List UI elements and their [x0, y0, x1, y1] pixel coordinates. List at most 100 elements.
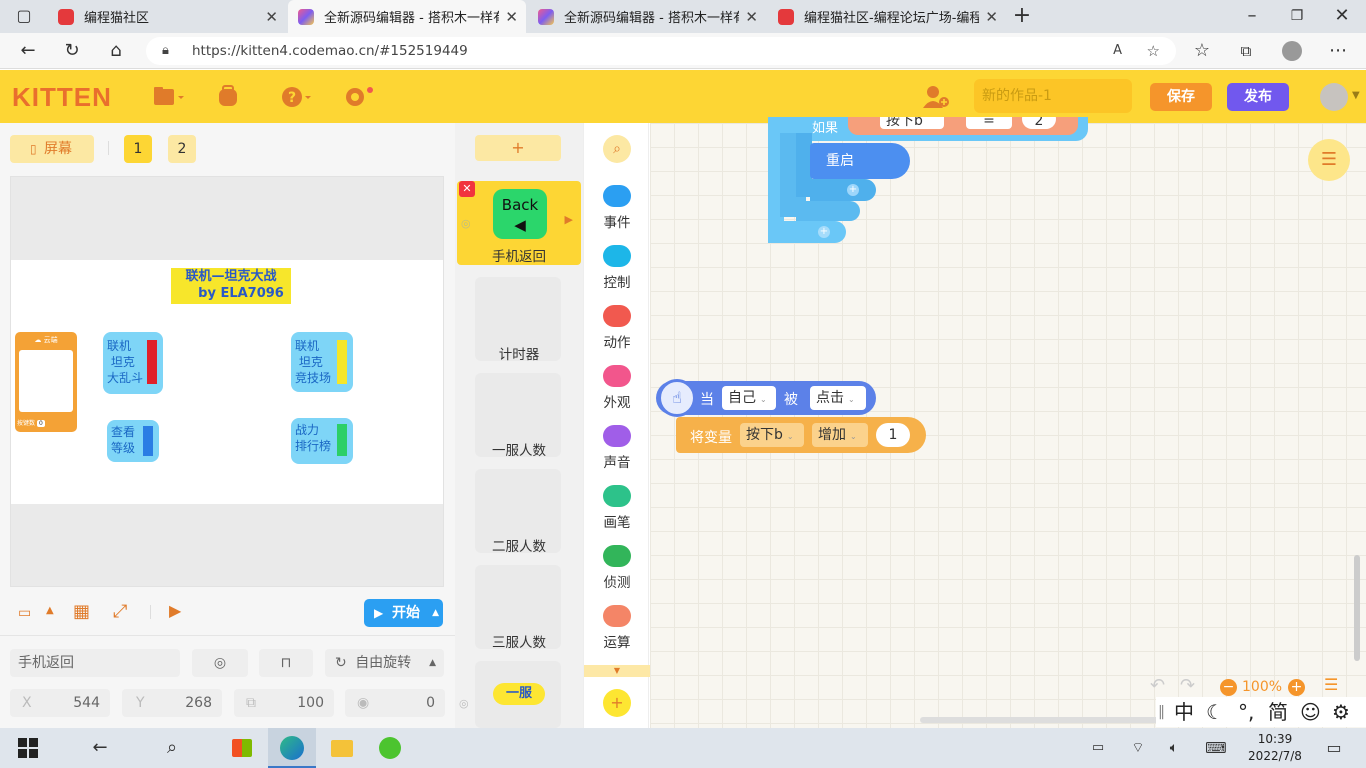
close-tab-icon[interactable]: ✕: [985, 8, 998, 26]
zoom-out-icon[interactable]: −: [1220, 679, 1237, 696]
fullscreen-icon[interactable]: ⤢: [113, 601, 127, 622]
joystick-widget[interactable]: ☁ 云端 按键数 0: [15, 332, 77, 432]
stage-size-icon[interactable]: ▭: [18, 605, 31, 621]
chevron-down-icon[interactable]: ▼: [1352, 90, 1360, 101]
add-favorite-icon[interactable]: ☆: [1147, 37, 1160, 65]
eye-off-icon[interactable]: ◎: [461, 217, 471, 230]
close-tab-icon[interactable]: ✕: [505, 8, 518, 26]
stage-button-ranking[interactable]: 战力 排行榜: [291, 418, 353, 464]
add-block-icon[interactable]: +: [847, 184, 859, 196]
help-icon[interactable]: ?: [282, 84, 312, 110]
url-input[interactable]: 🔒︎ https://kitten4.codemao.cn/#152519449…: [146, 37, 1176, 65]
app-icon[interactable]: [378, 736, 402, 760]
ime-script[interactable]: 简: [1268, 697, 1288, 727]
start-button[interactable]: ▶ 开始 ▲: [364, 599, 443, 627]
more-icon[interactable]: ⋯: [1326, 39, 1350, 63]
close-window-icon[interactable]: ✕: [1330, 4, 1354, 28]
backpack-icon[interactable]: [218, 84, 248, 110]
operation-dropdown[interactable]: 增加 ⌄: [812, 423, 868, 447]
browser-tab[interactable]: 编程猫社区 ✕: [48, 0, 286, 33]
keyboard-icon[interactable]: ⌨: [1204, 736, 1228, 760]
y-coordinate-field[interactable]: Y 268: [122, 689, 222, 717]
code-workspace[interactable]: 按下b = 2 如果 重启 + + ☝ 当 自己 ⌄ 被 点击 ⌄ 将变量 按下b ⌄…: [650, 117, 1366, 728]
search-blocks-button[interactable]: ⌕: [603, 135, 631, 163]
close-tab-icon[interactable]: ✕: [265, 8, 278, 26]
stage-canvas[interactable]: 联机—坦克大战 by ELA7096 ☁ 云端 按键数 0 联机 坦克 大乱斗 …: [11, 260, 443, 504]
new-tab-icon[interactable]: +: [1010, 4, 1034, 28]
category-motion[interactable]: 动作: [584, 305, 650, 351]
ime-mode[interactable]: 中: [1174, 697, 1194, 727]
grid-icon[interactable]: ▦: [73, 601, 90, 622]
profile-icon[interactable]: [1280, 39, 1304, 63]
caret-up-icon[interactable]: ▲: [432, 599, 439, 627]
publish-button[interactable]: 发布: [1227, 83, 1289, 111]
stage-button-melee[interactable]: 联机 坦克 大乱斗: [103, 332, 163, 394]
sprite-card-selected[interactable]: ✕ ◎ Back ◀ ▶ 手机返回: [457, 181, 581, 265]
chevron-right-icon[interactable]: ▶: [565, 213, 573, 226]
back-icon[interactable]: ←: [16, 39, 40, 63]
vertical-scrollbar[interactable]: [1354, 555, 1360, 661]
value-input[interactable]: 2: [1022, 117, 1056, 129]
store-icon[interactable]: [230, 736, 254, 760]
more-categories-bar[interactable]: ▼: [584, 665, 650, 677]
ime-settings-icon[interactable]: ⚙: [1332, 697, 1350, 727]
battery-icon[interactable]: ▭: [1086, 736, 1110, 760]
browser-tab-active[interactable]: 全新源码编辑器 - 搭积木一样有趣 ✕: [288, 0, 526, 33]
visibility-toggle[interactable]: ◎: [192, 649, 248, 677]
browser-tab[interactable]: 编程猫社区-编程论坛广场-编程学 ✕: [768, 0, 1006, 33]
eye-off-icon[interactable]: ◎: [459, 697, 469, 710]
operator-dropdown[interactable]: =: [966, 117, 1012, 129]
restore-icon[interactable]: ❐: [1285, 4, 1309, 28]
screen-button[interactable]: ▯ 屏幕: [10, 135, 94, 163]
notifications-icon[interactable]: ▭: [1322, 736, 1346, 760]
settings-icon[interactable]: [345, 84, 375, 110]
event-dropdown[interactable]: 点击 ⌄: [810, 386, 866, 410]
variable-dropdown[interactable]: 按下b ⌄: [740, 423, 804, 447]
category-control[interactable]: 控制: [584, 245, 650, 291]
close-tab-icon[interactable]: ✕: [745, 8, 758, 26]
read-aloud-icon[interactable]: A: [1113, 37, 1122, 65]
stage-button-arena[interactable]: 联机 坦克 竞技场: [291, 332, 353, 392]
stage-button-level[interactable]: 查看 等级: [107, 420, 159, 462]
stage-preview[interactable]: 联机—坦克大战 by ELA7096 ☁ 云端 按键数 0 联机 坦克 大乱斗 …: [10, 176, 444, 587]
edge-taskbar-item[interactable]: [268, 728, 316, 768]
clock[interactable]: 10:39 2022/7/8: [1244, 731, 1306, 765]
x-coordinate-field[interactable]: X 544: [10, 689, 110, 717]
file-explorer-icon[interactable]: [330, 736, 354, 760]
sprite-name-input[interactable]: 手机返回: [10, 649, 180, 677]
caret-up-icon[interactable]: ▲: [46, 605, 54, 616]
variable-dropdown[interactable]: 按下b: [880, 117, 944, 129]
refresh-icon[interactable]: ↻: [60, 39, 84, 63]
user-avatar[interactable]: [1320, 83, 1348, 111]
if-condition[interactable]: 按下b = 2: [848, 117, 1078, 135]
when-clicked-block[interactable]: ☝ 当 自己 ⌄ 被 点击 ⌄: [656, 379, 876, 417]
screen-tab-1[interactable]: 1: [124, 135, 152, 163]
lock-toggle[interactable]: ⊓: [259, 649, 313, 677]
back-icon[interactable]: ←: [88, 736, 112, 760]
joystick-area[interactable]: [19, 350, 73, 412]
network-icon[interactable]: ⌔: [1126, 736, 1150, 760]
code-search-button[interactable]: ☰: [1308, 139, 1350, 181]
restart-block[interactable]: 重启: [810, 143, 910, 179]
home-icon[interactable]: ⌂: [104, 39, 128, 63]
project-name-input[interactable]: 新的作品-1: [974, 79, 1132, 113]
size-field[interactable]: ⧉ 100: [234, 689, 334, 717]
search-icon[interactable]: ⌕: [160, 736, 184, 760]
category-events[interactable]: 事件: [584, 185, 650, 231]
value-input[interactable]: 1: [876, 423, 910, 447]
screen-tab-2[interactable]: 2: [168, 135, 196, 163]
add-collaborator-icon[interactable]: [922, 84, 952, 110]
direction-field[interactable]: ◉ 0: [345, 689, 445, 717]
zoom-in-icon[interactable]: +: [1288, 679, 1305, 696]
extensions-button[interactable]: +: [603, 689, 631, 717]
volume-icon[interactable]: 🔈︎: [1162, 736, 1186, 760]
rotation-select[interactable]: ↻ 自由旋转 ▲: [325, 649, 444, 677]
undo-icon[interactable]: ↶: [1150, 675, 1165, 696]
redo-icon[interactable]: ↷: [1180, 675, 1195, 696]
add-sprite-button[interactable]: +: [475, 135, 561, 161]
target-dropdown[interactable]: 自己 ⌄: [722, 386, 776, 410]
tidy-blocks-icon[interactable]: ☰: [1324, 675, 1338, 694]
category-operators[interactable]: 运算: [584, 605, 650, 651]
tab-actions-icon[interactable]: ▢: [12, 4, 36, 28]
record-icon[interactable]: ▶: [169, 601, 181, 620]
